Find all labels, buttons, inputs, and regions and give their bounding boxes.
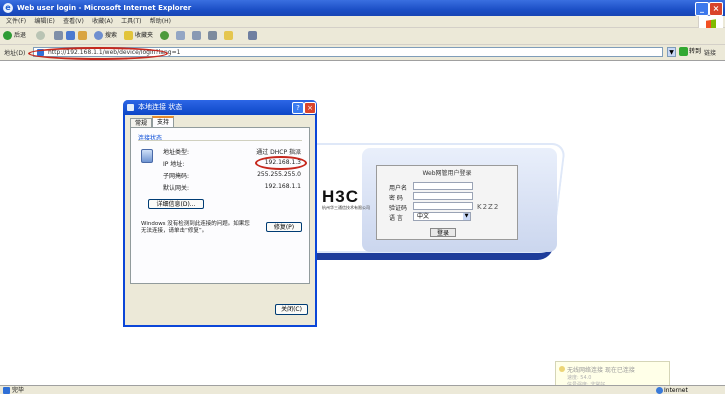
menu-bar: 文件(F) 编辑(E) 查看(V) 收藏(A) 工具(T) 帮助(H) xyxy=(0,16,725,28)
username-label: 用户名 xyxy=(389,185,408,192)
dialog-titlebar: 本地连接 状态 ? × xyxy=(123,100,317,115)
mail-icon[interactable] xyxy=(192,31,201,40)
group-divider xyxy=(138,140,302,141)
status-text: 完毕 xyxy=(12,387,25,394)
info-icon xyxy=(559,366,565,372)
help-button[interactable]: ? xyxy=(292,102,304,114)
browser-toolbar: 后退 搜索 收藏夹 xyxy=(0,28,725,45)
login-form: Web网管用户登录 用户名 密 码 验证码 K2Z2 语 言 中文 ▼ 登录 xyxy=(376,165,518,240)
security-zone: Internet xyxy=(664,387,688,394)
connection-status-dialog: 本地连接 状态 ? × 常规 支持 连接状态 地址类型: 通过 DHCP 指派 … xyxy=(123,100,317,327)
captcha-label: 验证码 xyxy=(389,205,408,212)
forward-arrow-icon[interactable] xyxy=(36,31,45,40)
balloon-speed: 速度: 54.0 xyxy=(567,375,592,381)
network-icon xyxy=(127,104,134,111)
back-arrow-icon[interactable] xyxy=(3,31,12,40)
language-select[interactable]: 中文 ▼ xyxy=(413,212,471,221)
search-button[interactable]: 搜索 xyxy=(105,31,117,41)
go-label: 转到 xyxy=(689,48,702,55)
repair-button[interactable]: 修复(P) xyxy=(266,222,302,232)
h3c-company-name: 杭州华三通信技术有限公司 xyxy=(322,205,370,210)
balloon-title: 无线网络连接 现在已连接 xyxy=(567,367,635,374)
address-type-label: 地址类型: xyxy=(163,149,190,156)
back-button[interactable]: 后退 xyxy=(14,31,26,41)
menu-edit[interactable]: 编辑(E) xyxy=(34,16,54,27)
stop-icon[interactable] xyxy=(54,31,63,40)
go-arrow-icon xyxy=(679,47,688,56)
captcha-input[interactable] xyxy=(413,202,473,210)
internet-zone-icon xyxy=(656,387,663,394)
menu-favorites[interactable]: 收藏(A) xyxy=(92,16,113,27)
ip-highlight-circle xyxy=(255,156,307,170)
language-label: 语 言 xyxy=(389,215,403,222)
favorites-star-icon[interactable] xyxy=(124,31,133,40)
refresh-icon[interactable] xyxy=(66,31,75,40)
media-icon[interactable] xyxy=(160,31,169,40)
login-button[interactable]: 登录 xyxy=(430,228,456,237)
close-window-button[interactable]: × xyxy=(709,2,723,16)
repair-description: Windows 没有检测到此连接的问题。如果您无法连接，请单击“修复”。 xyxy=(141,221,250,234)
window-titlebar: e Web user login - Microsoft Internet Ex… xyxy=(0,0,725,16)
window-title: Web user login - Microsoft Internet Expl… xyxy=(17,4,192,12)
dialog-title: 本地连接 状态 xyxy=(138,103,183,111)
address-type-value: 通过 DHCP 指派 xyxy=(256,149,301,156)
links-button[interactable]: 链接 xyxy=(704,48,716,57)
ip-address-label: IP 地址: xyxy=(163,161,185,168)
screen: e Web user login - Microsoft Internet Ex… xyxy=(0,0,725,394)
support-tab-panel: 连接状态 地址类型: 通过 DHCP 指派 IP 地址: 192.168.1.3… xyxy=(130,127,310,284)
search-icon[interactable] xyxy=(94,31,103,40)
print-icon[interactable] xyxy=(208,31,217,40)
default-gateway-value: 192.168.1.1 xyxy=(264,183,301,190)
password-input[interactable] xyxy=(413,192,473,200)
address-label: 地址(D) xyxy=(4,50,26,57)
subnet-mask-label: 子网掩码: xyxy=(163,173,190,180)
menu-tools[interactable]: 工具(T) xyxy=(121,16,141,27)
go-button[interactable]: 转到 xyxy=(679,47,701,57)
url-highlight-circle xyxy=(28,47,168,60)
username-input[interactable] xyxy=(413,182,473,190)
subnet-mask-value: 255.255.255.0 xyxy=(257,171,301,178)
home-icon[interactable] xyxy=(78,31,87,40)
page-done-icon xyxy=(3,387,10,394)
internet-explorer-icon: e xyxy=(3,3,13,13)
status-bar: 完毕 Internet xyxy=(0,385,725,394)
menu-view[interactable]: 查看(V) xyxy=(63,16,84,27)
favorites-button[interactable]: 收藏夹 xyxy=(135,31,153,41)
messenger-icon[interactable] xyxy=(248,31,257,40)
language-value: 中文 xyxy=(417,213,430,220)
network-adapter-icon xyxy=(141,149,153,163)
menu-file[interactable]: 文件(F) xyxy=(6,16,26,27)
address-dropdown[interactable]: ▼ xyxy=(667,47,676,57)
captcha-image: K2Z2 xyxy=(477,203,500,211)
history-icon[interactable] xyxy=(176,31,185,40)
dialog-close-x-button[interactable]: × xyxy=(304,102,316,114)
menu-help[interactable]: 帮助(H) xyxy=(150,16,171,27)
password-label: 密 码 xyxy=(389,195,403,202)
details-button[interactable]: 详细信息(D)... xyxy=(148,199,204,209)
minimize-button[interactable]: _ xyxy=(695,2,709,16)
chevron-down-icon: ▼ xyxy=(463,213,470,220)
login-title: Web网管用户登录 xyxy=(422,170,472,177)
h3c-logo: H3C xyxy=(322,187,360,206)
close-button[interactable]: 关闭(C) xyxy=(275,304,308,315)
folder-icon[interactable] xyxy=(224,31,233,40)
default-gateway-label: 默认网关: xyxy=(163,185,190,192)
